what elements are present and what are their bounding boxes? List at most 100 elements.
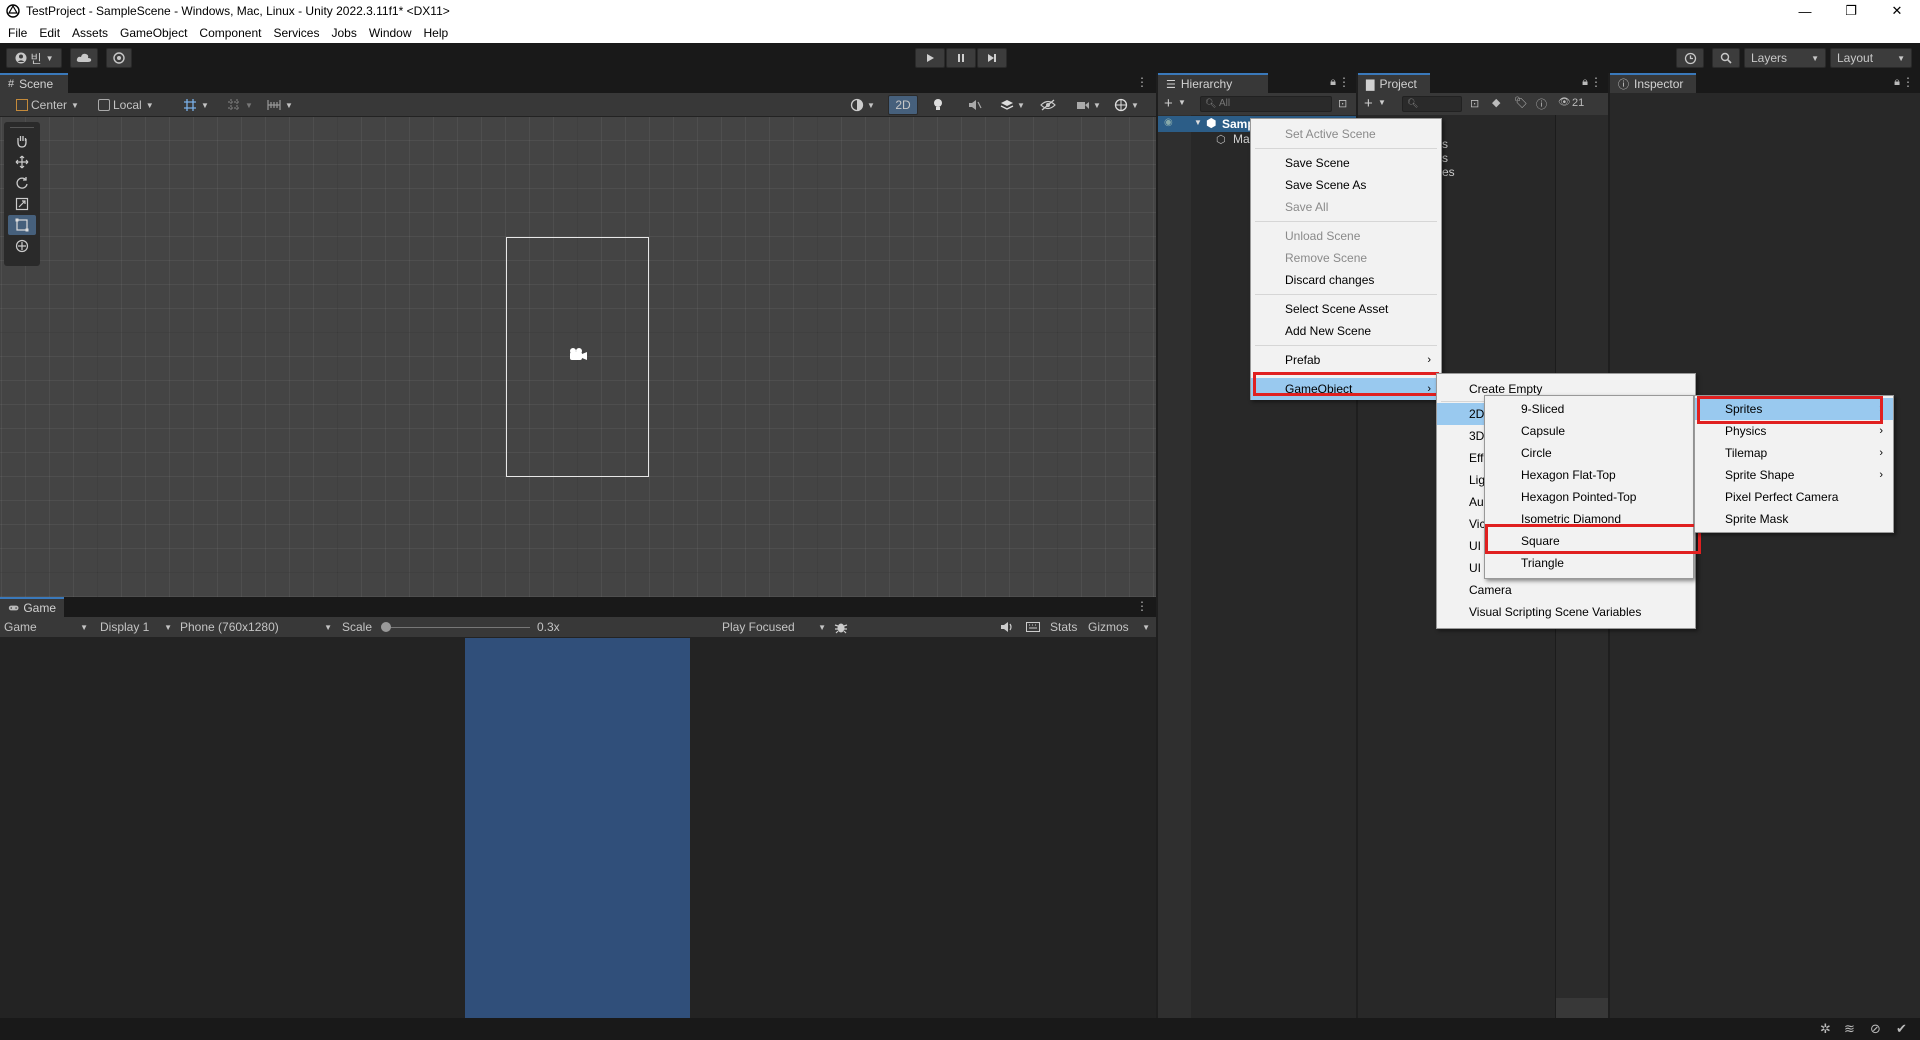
menu-item-hexagon-pointed-top[interactable]: Hexagon Pointed-Top <box>1485 486 1693 508</box>
lock-icon[interactable]: 🔒︎ <box>1330 76 1336 89</box>
check-circle-icon[interactable]: ✔ <box>1896 1021 1907 1037</box>
close-button[interactable]: ✕ <box>1874 0 1920 22</box>
pause-button[interactable] <box>946 48 976 68</box>
hierarchy-search-input[interactable]: 🔍︎ All <box>1200 96 1332 112</box>
search-button[interactable] <box>1712 48 1740 68</box>
rotate-tool[interactable] <box>8 173 36 193</box>
effects-dropdown[interactable]: ▼ <box>1000 95 1025 115</box>
menu-item-select-scene-asset[interactable]: Select Scene Asset <box>1251 298 1441 320</box>
tab-project[interactable]: ▇ Project <box>1358 73 1430 93</box>
space-local-dropdown[interactable]: Local ▼ <box>98 95 154 115</box>
tag-icon[interactable]: 🏷︎ <box>1514 96 1528 109</box>
scene-visibility-toggle[interactable] <box>1040 95 1056 115</box>
menu-item-9-sliced[interactable]: 9-Sliced <box>1485 398 1693 420</box>
menu-item-unload-scene[interactable]: Unload Scene <box>1251 225 1441 247</box>
resolution-dropdown[interactable]: Phone (760x1280) ▼ <box>180 617 332 637</box>
menu-item-hexagon-flat-top[interactable]: Hexagon Flat-Top <box>1485 464 1693 486</box>
move-tool[interactable] <box>8 152 36 172</box>
step-button[interactable] <box>977 48 1007 68</box>
rect-tool[interactable] <box>8 215 36 235</box>
display-dropdown[interactable]: Display 1 ▼ <box>100 617 172 637</box>
menu-item-gameobject[interactable]: GameObject › <box>1251 378 1441 400</box>
tab-inspector[interactable]: ⓘ Inspector <box>1610 73 1696 93</box>
menu-item-sprites[interactable]: Sprites › <box>1695 398 1893 420</box>
scale-tool[interactable] <box>8 194 36 214</box>
eye-icon[interactable]: ◉ <box>1164 117 1173 128</box>
menu-item-tilemap[interactable]: Tilemap › <box>1695 442 1893 464</box>
play-mode-dropdown[interactable]: Play Focused ▼ <box>722 617 826 637</box>
minimize-button[interactable]: — <box>1782 0 1828 22</box>
collab-button[interactable] <box>106 48 132 68</box>
menu-item-set-active-scene[interactable]: Set Active Scene <box>1251 123 1441 145</box>
network-icon[interactable]: ⊘ <box>1870 1021 1881 1037</box>
menu-item-remove-scene[interactable]: Remove Scene <box>1251 247 1441 269</box>
more-menu-icon[interactable]: ⋮ <box>1136 75 1148 89</box>
menu-item-save-scene[interactable]: Save Scene <box>1251 152 1441 174</box>
keyboard-shortcuts-button[interactable] <box>1026 617 1040 637</box>
lock-icon[interactable]: 🔒︎ <box>1894 76 1900 89</box>
play-button[interactable] <box>915 48 945 68</box>
main-camera-row[interactable]: ⬡ Ma <box>1216 132 1250 148</box>
draw-mode-dropdown[interactable]: ▼ <box>850 95 875 115</box>
lighting-toggle[interactable] <box>932 95 944 115</box>
more-menu-icon[interactable]: ⋮ <box>1902 75 1914 89</box>
bug-button[interactable] <box>834 617 848 637</box>
project-search-input[interactable]: 🔍︎ <box>1402 96 1462 112</box>
grid-snap-toggle[interactable]: ▼ <box>182 95 209 115</box>
database-icon[interactable]: ≋ <box>1844 1021 1855 1037</box>
menu-item-triangle[interactable]: Triangle <box>1485 552 1693 574</box>
menu-item-pixel-perfect-camera[interactable]: Pixel Perfect Camera <box>1695 486 1893 508</box>
menu-item-sprite-mask[interactable]: Sprite Mask <box>1695 508 1893 530</box>
menu-item-capsule[interactable]: Capsule <box>1485 420 1693 442</box>
menu-help[interactable]: Help <box>418 26 455 40</box>
menu-edit[interactable]: Edit <box>33 26 66 40</box>
mute-audio-button[interactable] <box>1000 617 1014 637</box>
menu-item-physics[interactable]: Physics › <box>1695 420 1893 442</box>
menu-item-add-new-scene[interactable]: Add New Scene <box>1251 320 1441 342</box>
scale-slider-track[interactable] <box>384 627 530 628</box>
toggle-2d-button[interactable]: 2D <box>888 95 918 115</box>
game-mode-dropdown[interactable]: Game ▼ <box>4 617 88 637</box>
lock-icon[interactable]: 🔒︎ <box>1582 76 1588 89</box>
pivot-center-dropdown[interactable]: Center ▼ <box>16 95 79 115</box>
transform-tool[interactable] <box>8 236 36 256</box>
menu-services[interactable]: Services <box>267 26 325 40</box>
chevron-down-icon[interactable]: ▼ <box>1378 98 1386 107</box>
gizmos-dropdown[interactable]: ▼ <box>1114 95 1139 115</box>
hidden-packages-icon[interactable]: 👁︎ <box>1558 97 1571 108</box>
bug-off-icon[interactable]: ✲ <box>1820 1021 1831 1037</box>
menu-item-circle[interactable]: Circle <box>1485 442 1693 464</box>
scene-viewport[interactable] <box>0 117 1156 597</box>
search-by-type-icon[interactable]: ⊡ <box>1470 97 1479 110</box>
menu-gameobject[interactable]: GameObject <box>114 26 193 40</box>
tools-drag-handle[interactable] <box>10 122 34 128</box>
menu-file[interactable]: File <box>2 26 33 40</box>
menu-item-visual-scripting-scene-variables[interactable]: Visual Scripting Scene Variables <box>1437 601 1695 623</box>
more-menu-icon[interactable]: ⋮ <box>1136 599 1148 613</box>
camera-dropdown[interactable]: ▼ <box>1076 95 1101 115</box>
add-icon[interactable]: + <box>1164 95 1173 112</box>
info-icon[interactable]: ⓘ <box>1536 96 1547 112</box>
layers-dropdown[interactable]: Layers ▼ <box>1744 48 1826 68</box>
menu-component[interactable]: Component <box>193 26 267 40</box>
menu-assets[interactable]: Assets <box>66 26 114 40</box>
tab-scene[interactable]: # Scene <box>0 73 68 93</box>
audio-toggle[interactable] <box>968 95 982 115</box>
layout-dropdown[interactable]: Layout ▼ <box>1830 48 1912 68</box>
maximize-button[interactable]: ❐ <box>1828 0 1874 22</box>
menu-item-discard-changes[interactable]: Discard changes <box>1251 269 1441 291</box>
filter-icon[interactable]: ⊡ <box>1338 97 1347 110</box>
menu-jobs[interactable]: Jobs <box>325 26 362 40</box>
add-icon[interactable]: + <box>1364 95 1373 112</box>
increment-snap-toggle[interactable]: ▼ <box>266 95 293 115</box>
stats-button[interactable]: Stats <box>1050 617 1077 637</box>
menu-item-square[interactable]: Square <box>1485 530 1693 552</box>
search-by-label-icon[interactable]: ◆ <box>1492 96 1500 109</box>
history-button[interactable] <box>1676 48 1704 68</box>
menu-item-prefab[interactable]: Prefab › <box>1251 349 1441 371</box>
menu-item-isometric-diamond[interactable]: Isometric Diamond <box>1485 508 1693 530</box>
menu-item-sprite-shape[interactable]: Sprite Shape › <box>1695 464 1893 486</box>
tab-game[interactable]: Game <box>0 597 64 617</box>
grid-visibility-toggle[interactable]: ▼ <box>226 95 253 115</box>
menu-window[interactable]: Window <box>363 26 418 40</box>
